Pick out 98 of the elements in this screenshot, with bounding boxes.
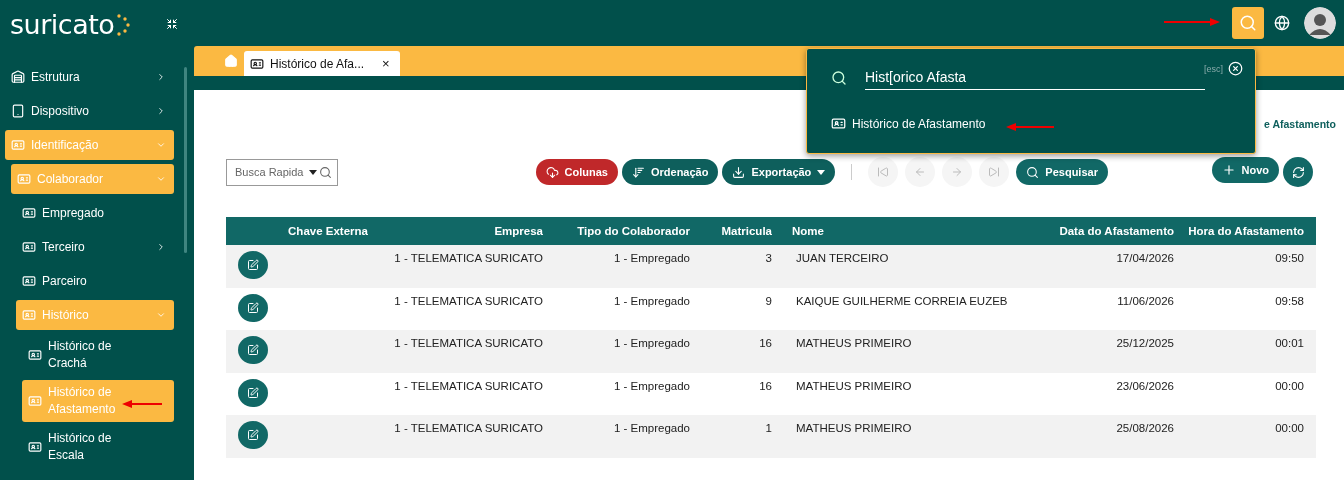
sidebar-item[interactable]: Dispositivo xyxy=(5,96,174,126)
table-cell: 3 xyxy=(702,245,784,288)
search-icon xyxy=(1026,165,1040,179)
table-cell: 1 - TELEMATICA SURICATO xyxy=(380,415,555,458)
table-cell: 1 - Empregado xyxy=(555,245,702,288)
table-cell: MATHEUS PRIMEIRO xyxy=(784,415,1036,458)
table-cell: 25/08/2026 xyxy=(1036,415,1186,458)
table-cell: MATHEUS PRIMEIRO xyxy=(784,330,1036,373)
esc-hint: [esc] xyxy=(1204,64,1223,74)
table-cell: 1 - Empregado xyxy=(555,330,702,373)
column-header: Empresa xyxy=(380,217,555,245)
caret-icon[interactable] xyxy=(309,169,317,175)
chevron-down-icon xyxy=(156,174,166,184)
search-icon[interactable] xyxy=(319,165,332,179)
avatar[interactable] xyxy=(1304,7,1336,39)
column-header: Chave Externa xyxy=(280,217,380,245)
id-card-icon xyxy=(28,348,42,362)
table-cell: 00:00 xyxy=(1186,415,1316,458)
id-card-icon xyxy=(22,240,36,254)
search-button[interactable]: Pesquisar xyxy=(1016,159,1108,185)
skip-forward-icon xyxy=(988,166,1001,178)
id-card-icon xyxy=(28,440,42,454)
table-cell: 1 xyxy=(702,415,784,458)
table-cell: 16 xyxy=(702,330,784,373)
column-header: Tipo do Colaborador xyxy=(555,217,702,245)
id-card-icon xyxy=(22,274,36,288)
close-icon[interactable]: × xyxy=(382,56,390,71)
column-header: Nome xyxy=(784,217,1036,245)
edit-icon xyxy=(247,429,259,441)
annotation-arrow xyxy=(1006,123,1054,131)
edit-icon xyxy=(247,301,259,314)
edit-button[interactable] xyxy=(238,378,268,407)
toolbar-button[interactable]: Colunas xyxy=(535,159,618,185)
edit-button[interactable] xyxy=(238,251,268,279)
table-cell: JUAN TERCEIRO xyxy=(784,245,1036,288)
table-cell: 1 - TELEMATICA SURICATO xyxy=(380,245,555,288)
id-card-icon xyxy=(22,308,36,322)
tab[interactable]: Histórico de Afa... × xyxy=(244,51,400,76)
cloud-download-icon xyxy=(545,165,559,179)
search-icon xyxy=(831,69,847,86)
chevron-down-icon xyxy=(156,140,166,150)
search-icon xyxy=(1239,14,1257,32)
page-title: e Afastamento xyxy=(1264,118,1336,132)
search-result[interactable]: Histórico de Afastamento xyxy=(831,116,986,131)
table-cell: 17/04/2026 xyxy=(1036,245,1186,288)
logo: suricato xyxy=(10,10,131,38)
edit-icon xyxy=(247,344,259,356)
refresh-button[interactable] xyxy=(1283,157,1313,187)
annotation-arrow xyxy=(1164,18,1220,26)
arrow-right-icon xyxy=(951,166,964,178)
edit-button[interactable] xyxy=(238,293,268,322)
new-button[interactable]: Novo xyxy=(1211,157,1279,183)
close-icon[interactable] xyxy=(1228,61,1243,76)
edit-icon xyxy=(247,386,259,399)
id-card-icon xyxy=(22,206,36,220)
id-card-icon xyxy=(28,394,42,408)
chevron-right-icon xyxy=(156,106,166,116)
sidebar-item[interactable]: Empregado xyxy=(16,198,174,228)
quick-search-field[interactable]: Busca Rapida xyxy=(226,158,338,186)
sidebar-item[interactable]: Estrutura xyxy=(5,62,174,92)
search-input[interactable]: Hist[orico Afasta xyxy=(865,65,1205,90)
refresh-icon xyxy=(1291,165,1305,179)
chevron-right-icon xyxy=(156,242,166,252)
table-cell: 1 - TELEMATICA SURICATO xyxy=(380,330,555,373)
id-card-icon xyxy=(831,116,846,131)
globe-icon[interactable] xyxy=(1274,15,1290,31)
chevron-down-icon xyxy=(156,310,166,320)
sidebar-item[interactable]: Terceiro xyxy=(16,232,174,262)
table-cell: 1 - Empregado xyxy=(555,415,702,458)
arrow-left-icon xyxy=(914,166,927,178)
toolbar-button[interactable]: Exportação xyxy=(722,159,836,185)
id-card-icon xyxy=(250,56,264,71)
collapse-icon[interactable] xyxy=(166,18,178,30)
caret-icon xyxy=(817,169,826,175)
download-icon xyxy=(732,165,746,179)
id-card-icon xyxy=(11,138,25,152)
edit-button[interactable] xyxy=(238,336,268,364)
column-header: Data do Afastamento xyxy=(1036,217,1186,245)
plus-icon xyxy=(1221,163,1236,177)
toolbar-button[interactable]: Ordenação xyxy=(621,159,719,185)
skip-back-icon xyxy=(877,166,890,178)
table-cell: 00:01 xyxy=(1186,330,1316,373)
id-card-icon xyxy=(17,172,31,186)
sidebar-item[interactable]: Histórico de Escala xyxy=(22,426,174,468)
building-icon xyxy=(11,70,25,84)
edit-icon xyxy=(247,259,259,271)
column-header xyxy=(226,217,280,245)
column-header: Hora do Afastamento xyxy=(1186,217,1316,245)
chevron-right-icon xyxy=(156,72,166,82)
annotation-arrow xyxy=(122,400,162,408)
tablet-icon xyxy=(11,104,25,118)
column-header: Matricula xyxy=(702,217,784,245)
table-cell: 25/12/2025 xyxy=(1036,330,1186,373)
sidebar-item[interactable]: Histórico de Crachá xyxy=(22,334,174,376)
sort-icon xyxy=(631,165,645,179)
sidebar-item[interactable]: Parceiro xyxy=(16,266,174,296)
table-cell: 09:50 xyxy=(1186,245,1316,288)
edit-button[interactable] xyxy=(238,421,268,449)
